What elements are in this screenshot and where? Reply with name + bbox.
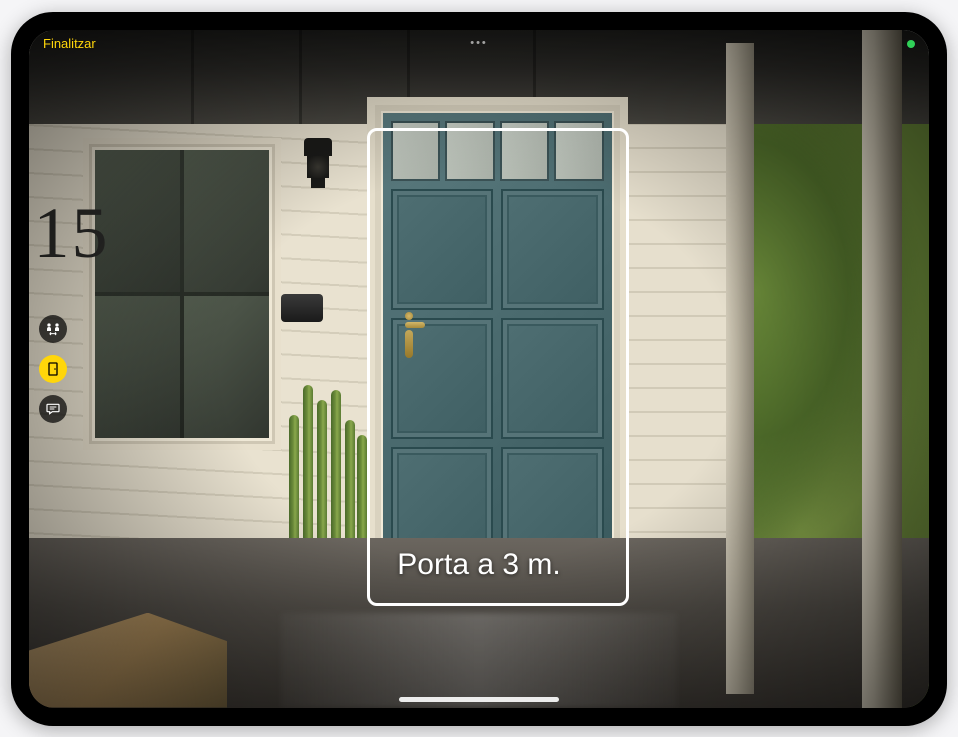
camera-viewfinder: 15 <box>29 30 929 708</box>
scene-mailbox <box>281 294 323 322</box>
scene-window <box>83 138 281 450</box>
scene-door <box>367 97 628 592</box>
door-icon <box>45 361 61 377</box>
done-button[interactable]: Finalitzar <box>43 36 96 51</box>
home-indicator[interactable] <box>399 697 559 702</box>
device-frame: 15 <box>11 12 947 726</box>
status-bar: Finalitzar ••• <box>29 30 929 58</box>
scene-pillar <box>862 30 902 708</box>
mode-controls <box>39 315 67 423</box>
scene-lamp <box>304 138 332 190</box>
speech-bubble-icon <box>45 401 61 417</box>
people-detection-button[interactable] <box>39 315 67 343</box>
scene-pillar <box>726 43 754 694</box>
door-detection-label: Porta a 3 m. <box>397 548 560 582</box>
house-number: 15 <box>34 192 110 275</box>
door-detection-button[interactable] <box>39 355 67 383</box>
image-descriptions-button[interactable] <box>39 395 67 423</box>
people-distance-icon <box>45 321 61 337</box>
more-icon[interactable]: ••• <box>470 37 488 49</box>
door-handle <box>405 312 413 360</box>
camera-in-use-indicator <box>907 40 915 48</box>
screen: 15 <box>29 30 929 708</box>
